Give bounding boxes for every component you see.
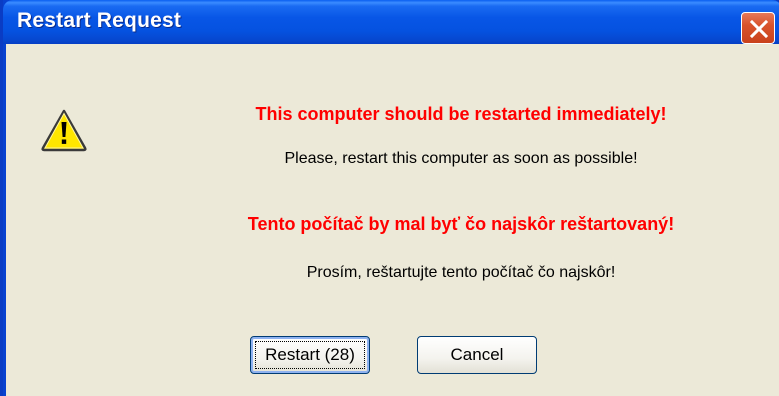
english-body: Please, restart this computer as soon as… [284, 150, 638, 167]
english-headline: This computer should be restarted immedi… [255, 104, 667, 124]
slovak-headline: Tento počítač by mal byť čo najskôr rešt… [247, 214, 675, 234]
focus-rectangle [255, 341, 365, 369]
close-icon [749, 19, 769, 39]
window-title: Restart Request [17, 9, 182, 32]
cancel-button[interactable]: Cancel [417, 336, 537, 374]
dialog-body: This computer should be restarted immedi… [6, 44, 779, 396]
restart-request-dialog: Restart Request This computer should be … [0, 0, 779, 396]
restart-button[interactable]: Restart (28) [250, 336, 370, 374]
warning-icon [41, 109, 87, 152]
title-bar[interactable]: Restart Request [3, 0, 779, 44]
cancel-button-label: Cancel [450, 345, 504, 364]
slovak-body: Prosím, reštartujte tento počítač čo naj… [306, 264, 616, 281]
close-button[interactable] [741, 12, 775, 44]
